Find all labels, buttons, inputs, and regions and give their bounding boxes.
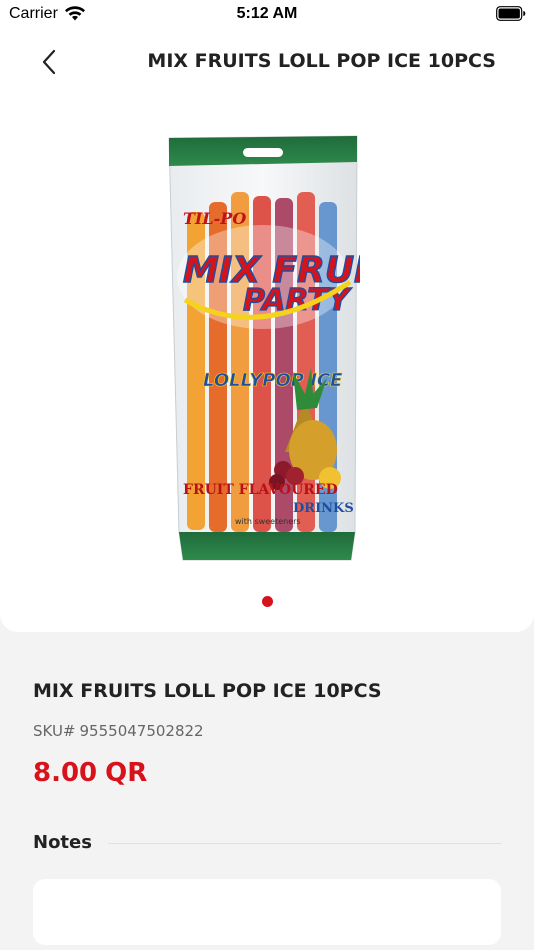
- product-sku: SKU# 9555047502822: [33, 722, 204, 740]
- notes-divider: [108, 843, 501, 844]
- sku-label: SKU#: [33, 722, 76, 740]
- battery-icon: [496, 6, 526, 21]
- price-currency: QR: [105, 758, 148, 788]
- notes-heading: Notes: [33, 832, 92, 853]
- status-bar: Carrier 5:12 AM: [0, 0, 534, 30]
- clock: 5:12 AM: [236, 5, 298, 22]
- page-dot-active[interactable]: [261, 596, 273, 607]
- price-value: 8.00: [33, 758, 98, 788]
- product-price: 8.00 QR: [33, 758, 147, 788]
- back-button[interactable]: [34, 46, 64, 78]
- sku-value: 9555047502822: [79, 722, 204, 740]
- gallery-page-indicator[interactable]: [0, 596, 534, 607]
- page-title: MIX FRUITS LOLL POP ICE 10PCS: [147, 50, 496, 72]
- chevron-left-icon: [42, 49, 56, 75]
- brand-text: TIL-PO: [183, 209, 246, 228]
- product-name: MIX FRUITS LOLL POP ICE 10PCS: [33, 680, 382, 702]
- label-line6: with sweeteners: [235, 517, 301, 526]
- label-line5: DRINKS: [293, 501, 354, 516]
- notes-input[interactable]: [33, 879, 501, 945]
- product-image[interactable]: TIL-PO MIX FRUITS PARTY LOLLYPOP ICE FRU…: [165, 132, 360, 564]
- label-line4: FRUIT FLAVOURED: [183, 482, 338, 498]
- product-gallery-card: Carrier 5:12 AM MIX FRUITS LOLL POP ICE …: [0, 0, 534, 632]
